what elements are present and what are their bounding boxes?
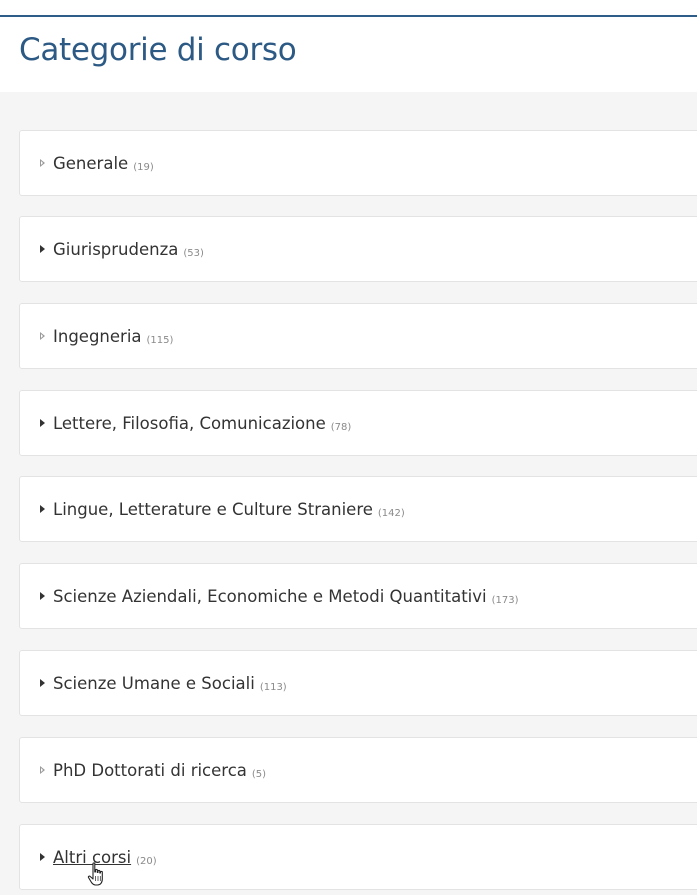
category-lettere-filosofia-comunicazione[interactable]: Lettere, Filosofia, Comunicazione (78) (19, 390, 697, 456)
category-list: Generale (19) Giurisprudenza (53) Ingegn… (0, 92, 697, 895)
category-name[interactable]: Scienze Umane e Sociali (53, 674, 255, 693)
triangle-filled-icon (40, 592, 45, 600)
category-name[interactable]: Giurisprudenza (53, 240, 178, 259)
triangle-outline-icon (40, 766, 45, 774)
hand-pointer-icon (87, 862, 103, 886)
category-ingegneria[interactable]: Ingegneria (115) (19, 303, 697, 369)
category-altri-corsi[interactable]: Altri corsi (20) (19, 824, 697, 890)
triangle-filled-icon (40, 679, 45, 687)
category-generale[interactable]: Generale (19) (19, 130, 697, 196)
category-count: (142) (377, 507, 405, 519)
category-count: (78) (330, 421, 352, 433)
triangle-outline-icon (40, 332, 45, 340)
category-count: (5) (251, 768, 267, 780)
category-scienze-aziendali[interactable]: Scienze Aziendali, Economiche e Metodi Q… (19, 563, 697, 629)
category-name[interactable]: Scienze Aziendali, Economiche e Metodi Q… (53, 587, 487, 606)
category-lingue-letterature[interactable]: Lingue, Letterature e Culture Straniere … (19, 476, 697, 542)
category-count: (53) (183, 247, 204, 259)
category-name[interactable]: Generale (53, 154, 128, 173)
category-name[interactable]: Lettere, Filosofia, Comunicazione (53, 414, 326, 433)
category-count: (115) (146, 334, 174, 346)
category-name[interactable]: Ingegneria (53, 327, 142, 346)
category-name[interactable]: Lingue, Letterature e Culture Straniere (53, 500, 373, 519)
category-name[interactable]: PhD Dottorati di ricerca (53, 761, 247, 780)
triangle-outline-icon (40, 159, 45, 167)
category-phd-dottorati[interactable]: PhD Dottorati di ricerca (5) (19, 737, 697, 803)
category-count: (20) (136, 855, 157, 867)
page-title: Categorie di corso (19, 32, 297, 68)
category-giurisprudenza[interactable]: Giurisprudenza (53) (19, 216, 697, 282)
category-count: (113) (259, 681, 287, 693)
triangle-filled-icon (40, 245, 45, 253)
triangle-filled-icon (40, 853, 45, 861)
triangle-filled-icon (40, 505, 45, 513)
category-count: (173) (491, 594, 519, 606)
triangle-filled-icon (40, 419, 45, 427)
category-scienze-umane[interactable]: Scienze Umane e Sociali (113) (19, 650, 697, 716)
top-bar (0, 0, 697, 17)
category-count: (19) (133, 161, 154, 173)
